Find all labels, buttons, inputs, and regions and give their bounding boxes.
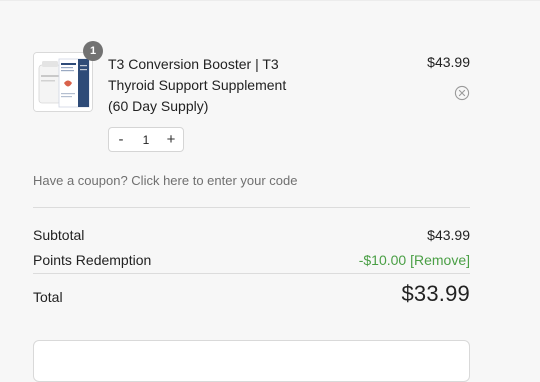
- decrement-quantity-button[interactable]: -: [109, 128, 133, 151]
- product-thumbnail-wrapper: 1: [33, 41, 103, 112]
- cart-line-item: 1 T3 Conversion Booster | T3 Thyroid Sup…: [33, 41, 470, 152]
- subtotal-row: Subtotal $43.99: [33, 227, 470, 243]
- coupon-toggle-link[interactable]: Have a coupon? Click here to enter your …: [33, 173, 298, 188]
- line-item-price: $43.99: [427, 54, 470, 70]
- remove-points-link[interactable]: [Remove]: [410, 252, 470, 268]
- points-redemption-value-group: -$10.00 [Remove]: [359, 252, 470, 268]
- total-label: Total: [33, 289, 63, 305]
- points-redemption-value: -$10.00: [358, 252, 407, 268]
- quantity-stepper: - 1 +: [108, 127, 184, 152]
- total-value: $33.99: [401, 281, 470, 306]
- increment-quantity-button[interactable]: +: [159, 128, 183, 151]
- product-title-line-3: (60 Day Supply): [108, 98, 209, 114]
- subtotal-value: $43.99: [427, 227, 470, 243]
- top-divider: [0, 0, 540, 1]
- next-section-card: [33, 340, 470, 382]
- product-thumbnail[interactable]: [33, 52, 93, 112]
- close-circle-icon: [454, 85, 470, 101]
- points-redemption-row: Points Redemption -$10.00 [Remove]: [33, 252, 470, 268]
- summary-divider: [33, 207, 470, 208]
- quantity-input[interactable]: 1: [133, 133, 159, 147]
- subtotal-label: Subtotal: [33, 227, 85, 243]
- product-title-line-1: T3 Conversion Booster | T3: [108, 56, 279, 72]
- supplement-box-image: [34, 53, 92, 111]
- points-redemption-label: Points Redemption: [33, 252, 152, 268]
- total-divider: [33, 273, 470, 274]
- remove-item-button[interactable]: [454, 85, 470, 101]
- quantity-badge: 1: [83, 41, 103, 61]
- product-title-line-2: Thyroid Support Supplement: [108, 77, 287, 93]
- product-title[interactable]: T3 Conversion Booster | T3 Thyroid Suppo…: [108, 54, 328, 117]
